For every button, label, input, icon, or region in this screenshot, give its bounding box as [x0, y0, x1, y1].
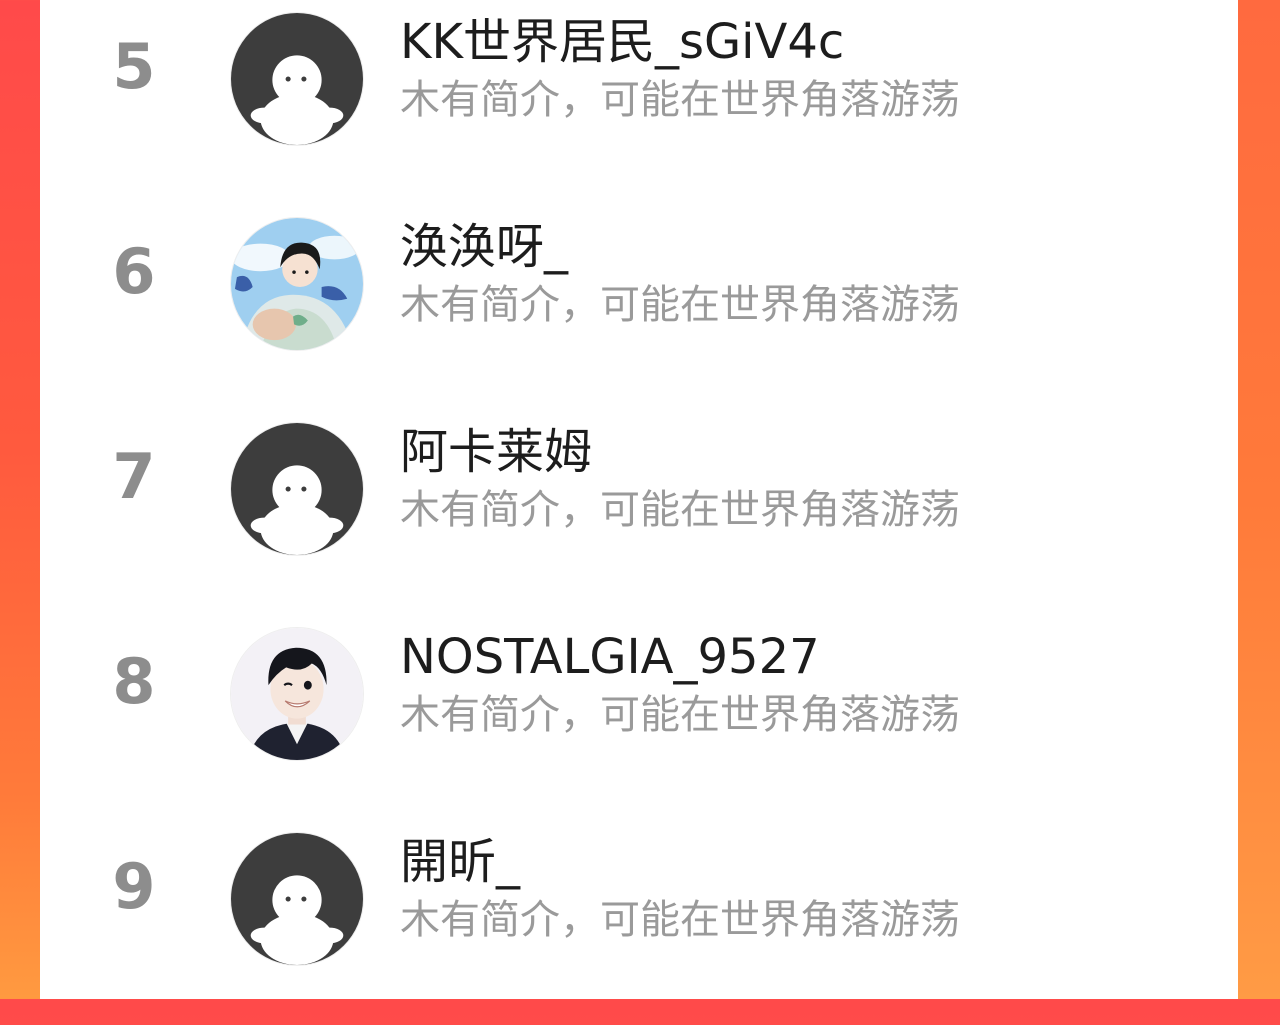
default-avatar-icon: [231, 423, 363, 555]
user-name[interactable]: 涣涣呀_: [400, 221, 568, 274]
user-bio: 木有简介，可能在世界角落游荡: [400, 897, 960, 943]
ranking-list-panel: 5 KK世界居民_sGiV4c 木有简介，可能在世界角落游荡 6 涣涣呀_ 木有…: [40, 0, 1238, 999]
user-bio: 木有简介，可能在世界角落游荡: [400, 77, 960, 123]
user-bio: 木有简介，可能在世界角落游荡: [400, 487, 960, 533]
rank-number: 5: [112, 30, 156, 103]
user-bio: 木有简介，可能在世界角落游荡: [400, 692, 960, 738]
ranking-list-item[interactable]: 9 開昕_ 木有简介，可能在世界角落游荡: [40, 820, 1238, 1025]
user-name[interactable]: KK世界居民_sGiV4c: [400, 16, 844, 69]
anime-avatar-icon: [231, 628, 363, 760]
illustrated-avatar-icon: [231, 218, 363, 350]
default-avatar-icon: [231, 13, 363, 145]
user-name[interactable]: NOSTALGIA_9527: [400, 631, 820, 684]
user-bio: 木有简介，可能在世界角落游荡: [400, 282, 960, 328]
user-avatar[interactable]: [230, 12, 364, 146]
user-avatar[interactable]: [230, 422, 364, 556]
user-avatar[interactable]: [230, 627, 364, 761]
ranking-list-item[interactable]: 5 KK世界居民_sGiV4c 木有简介，可能在世界角落游荡: [40, 0, 1238, 205]
rank-number: 7: [112, 440, 156, 513]
ranking-list-item[interactable]: 8 NOSTALGIA_9527 木有简介，可能在世界角落游荡: [40, 615, 1238, 820]
rank-number: 6: [112, 235, 156, 308]
user-name[interactable]: 開昕_: [400, 836, 520, 889]
default-avatar-icon: [231, 833, 363, 965]
rank-number: 9: [112, 850, 156, 923]
user-name[interactable]: 阿卡莱姆: [400, 426, 592, 479]
background-gradient-right: [1238, 0, 1280, 999]
ranking-list-item[interactable]: 6 涣涣呀_ 木有简介，可能在世界角落游荡: [40, 205, 1238, 410]
rank-number: 8: [112, 645, 156, 718]
user-avatar[interactable]: [230, 832, 364, 966]
ranking-list-item[interactable]: 7 阿卡莱姆 木有简介，可能在世界角落游荡: [40, 410, 1238, 615]
user-avatar[interactable]: [230, 217, 364, 351]
